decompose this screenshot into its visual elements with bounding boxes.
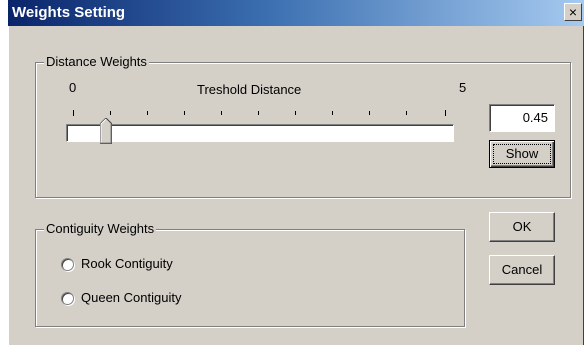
weights-setting-dialog: Weights Setting × Distance Weights 0 Tre… bbox=[8, 0, 584, 345]
tick-mark bbox=[406, 111, 407, 115]
contiguity-weights-legend: Contiguity Weights bbox=[44, 221, 157, 236]
slider-title: Treshold Distance bbox=[197, 82, 302, 97]
tick-mark bbox=[184, 111, 185, 115]
ok-button[interactable]: OK bbox=[489, 212, 555, 242]
title-bar[interactable]: Weights Setting × bbox=[8, 0, 584, 26]
tick-mark bbox=[369, 111, 370, 115]
rook-contiguity-label: Rook Contiguity bbox=[81, 256, 173, 271]
dialog-body: Distance Weights 0 Treshold Distance 5 0… bbox=[8, 26, 584, 345]
distance-value-field[interactable]: 0.45 bbox=[489, 104, 555, 132]
distance-weights-legend: Distance Weights bbox=[44, 54, 149, 69]
queen-contiguity-label: Queen Contiguity bbox=[81, 290, 182, 305]
contiguity-weights-group: Contiguity Weights bbox=[35, 221, 465, 327]
tick-mark bbox=[73, 110, 74, 116]
slider-max-label: 5 bbox=[459, 80, 467, 95]
tick-mark bbox=[445, 110, 446, 116]
close-icon: × bbox=[568, 4, 578, 20]
tick-mark bbox=[258, 111, 259, 115]
slider-min-label: 0 bbox=[69, 80, 77, 95]
cancel-button[interactable]: Cancel bbox=[489, 255, 555, 285]
tick-mark bbox=[221, 111, 222, 115]
close-button[interactable]: × bbox=[564, 3, 582, 21]
threshold-slider-track[interactable] bbox=[66, 124, 454, 142]
tick-mark bbox=[147, 111, 148, 115]
threshold-slider-thumb[interactable] bbox=[100, 118, 112, 144]
tick-mark bbox=[332, 111, 333, 115]
window-title: Weights Setting bbox=[12, 4, 126, 21]
show-button[interactable]: Show bbox=[489, 140, 555, 168]
tick-mark bbox=[110, 111, 111, 115]
tick-mark bbox=[295, 111, 296, 115]
queen-radio[interactable] bbox=[61, 292, 74, 305]
rook-radio[interactable] bbox=[61, 258, 74, 271]
